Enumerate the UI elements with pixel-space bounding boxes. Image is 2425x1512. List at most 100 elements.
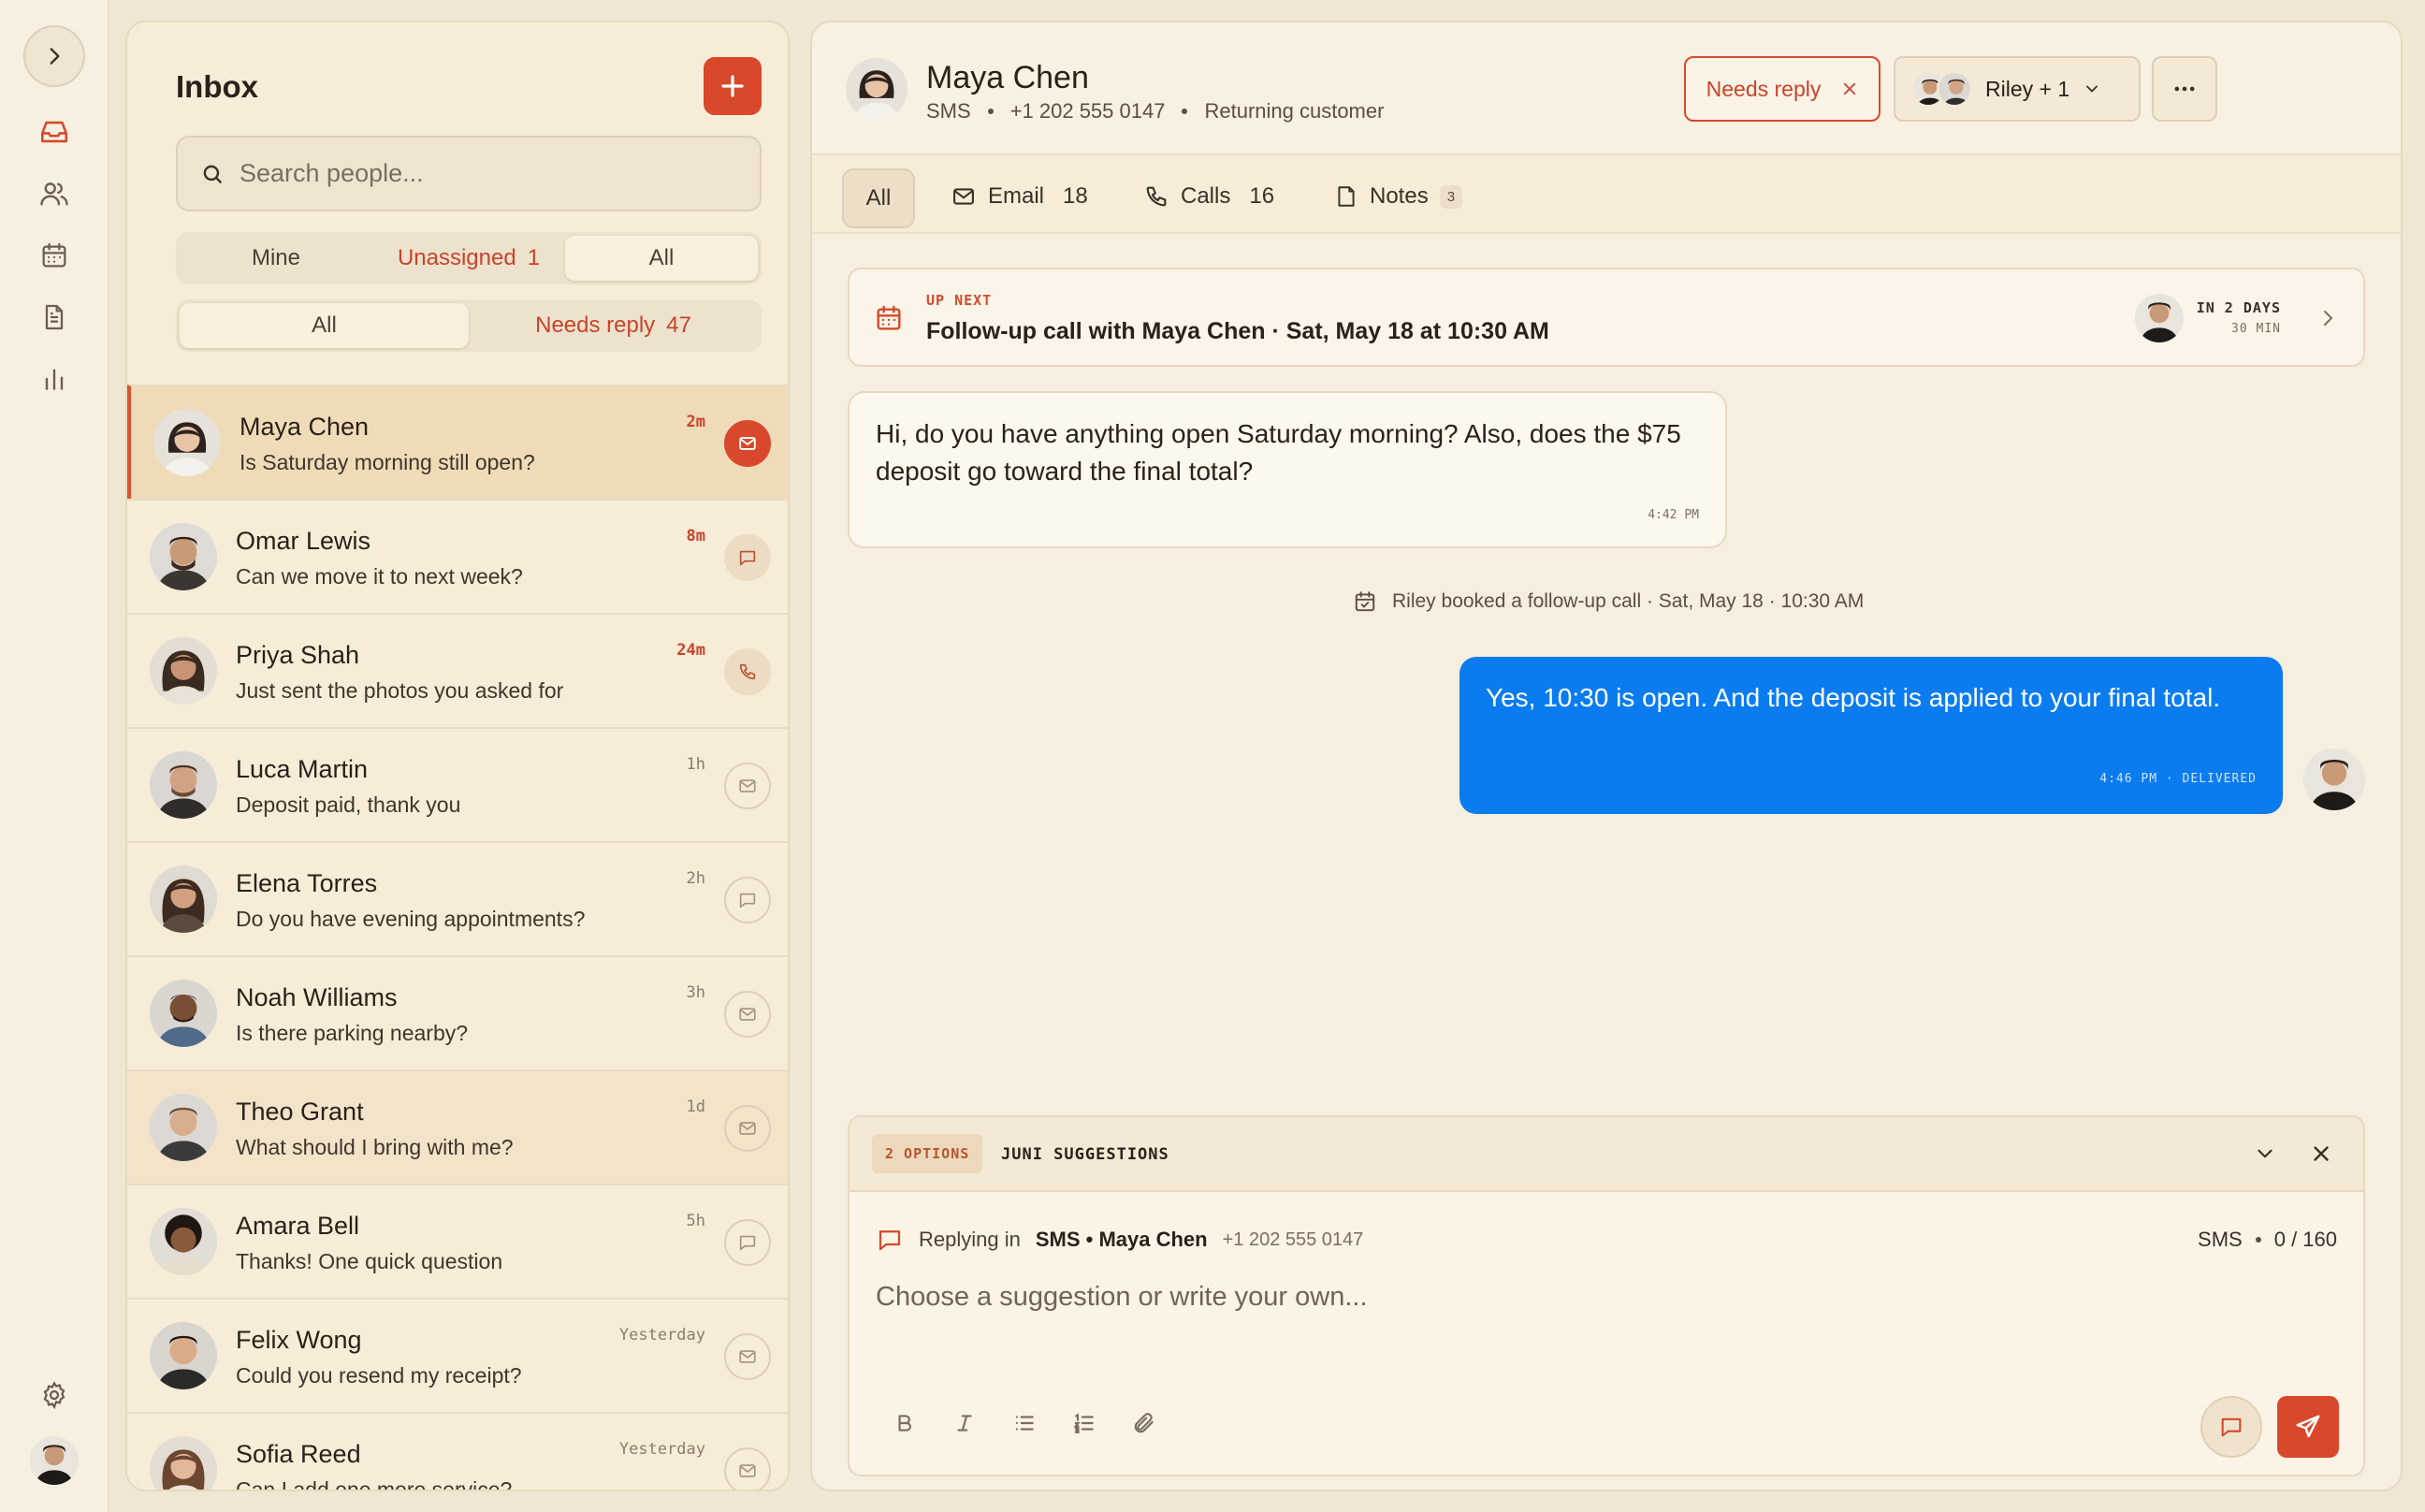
conversation-item[interactable]: Noah Williams Is there parking nearby? 3… bbox=[127, 955, 788, 1069]
nav-contacts[interactable] bbox=[23, 163, 85, 225]
scope-tab-count: 1 bbox=[527, 245, 541, 270]
tab-email[interactable]: Email 18 bbox=[951, 183, 1088, 210]
avatar bbox=[150, 1094, 217, 1161]
conversation-panel: Maya Chen SMS +1 202 555 0147 Returning … bbox=[810, 21, 2403, 1491]
message-preview: Could you resend my receipt? bbox=[236, 1363, 522, 1388]
message-time: 3h bbox=[686, 983, 705, 1002]
gear-icon bbox=[43, 1381, 65, 1410]
scope-tab-all[interactable]: All bbox=[565, 236, 758, 281]
message-time: 2h bbox=[686, 869, 705, 888]
nav-calendar[interactable] bbox=[23, 225, 85, 286]
numbered-list-button[interactable] bbox=[1067, 1405, 1102, 1441]
envelope-icon bbox=[739, 1122, 756, 1135]
message-preview: Thanks! One quick question bbox=[236, 1249, 503, 1273]
numbered-list-icon bbox=[1073, 1413, 1094, 1433]
envelope-icon bbox=[739, 779, 756, 792]
expand-rail-button[interactable] bbox=[23, 25, 85, 87]
avatar bbox=[150, 865, 217, 933]
contact-phone: +1 202 555 0147 bbox=[1009, 99, 1166, 123]
nav-inbox[interactable] bbox=[23, 101, 85, 163]
envelope-icon bbox=[739, 1464, 756, 1477]
close-icon[interactable] bbox=[1841, 80, 1858, 97]
tab-label: Email bbox=[988, 183, 1045, 209]
conversation-item[interactable]: Luca Martin Deposit paid, thank you 1h bbox=[127, 727, 788, 841]
conversation-item[interactable]: Maya Chen Is Saturday morning still open… bbox=[127, 385, 788, 499]
scope-tab-unassigned[interactable]: Unassigned 1 bbox=[372, 236, 565, 281]
tab-all[interactable]: All bbox=[842, 168, 915, 228]
avatar bbox=[150, 1322, 217, 1389]
filter-tab-all[interactable]: All bbox=[180, 303, 469, 348]
avatar bbox=[150, 1436, 217, 1490]
channel-badge bbox=[724, 648, 771, 695]
more-options-button[interactable] bbox=[2152, 56, 2217, 122]
composer-meta: SMS 0 / 160 bbox=[2198, 1228, 2337, 1252]
message-time: 1d bbox=[686, 1098, 705, 1116]
assignee-dropdown[interactable]: Riley + 1 bbox=[1894, 56, 2141, 122]
contact-avatar bbox=[846, 58, 908, 120]
message-preview: Can I add one more service? bbox=[236, 1477, 513, 1491]
incoming-message: Hi, do you have anything open Saturday m… bbox=[848, 391, 1727, 548]
chevron-down-icon[interactable] bbox=[2253, 1141, 2277, 1166]
conversation-item[interactable]: Felix Wong Could you resend my receipt? … bbox=[127, 1298, 788, 1412]
inbox-icon bbox=[40, 121, 68, 143]
italic-button[interactable] bbox=[947, 1405, 982, 1441]
search-box[interactable] bbox=[176, 136, 762, 211]
message-preview: Is there parking nearby? bbox=[236, 1021, 469, 1045]
conversation-item[interactable]: Priya Shah Just sent the photos you aske… bbox=[127, 613, 788, 727]
replying-in-label: Replying in bbox=[919, 1228, 1021, 1251]
message-time: 8m bbox=[686, 527, 705, 545]
message-input[interactable] bbox=[876, 1282, 2335, 1366]
tab-calls[interactable]: Calls 16 bbox=[1143, 183, 1274, 210]
note-icon bbox=[1338, 186, 1355, 207]
contact-name: Maya Chen bbox=[240, 413, 370, 441]
conversation-item[interactable]: Omar Lewis Can we move it to next week? … bbox=[127, 499, 788, 613]
scope-tab-label: Mine bbox=[251, 245, 301, 270]
chat-bubble-icon bbox=[2221, 1418, 2242, 1437]
separator-dot bbox=[1182, 109, 1188, 114]
phone-icon bbox=[739, 663, 756, 680]
inbox-title: Inbox bbox=[176, 69, 258, 104]
up-next-card[interactable]: UP NEXT Follow-up call with Maya Chen · … bbox=[848, 268, 2365, 367]
tab-notes[interactable]: Notes 3 bbox=[1334, 183, 1463, 210]
conversation-item[interactable]: Theo Grant What should I bring with me? … bbox=[127, 1069, 788, 1184]
new-conversation-button[interactable] bbox=[704, 57, 762, 115]
attach-button[interactable] bbox=[1126, 1405, 1162, 1441]
users-icon bbox=[40, 182, 68, 206]
contact-name: Omar Lewis bbox=[236, 527, 371, 555]
avatar bbox=[150, 751, 217, 819]
tab-label: All bbox=[865, 185, 892, 211]
nav-settings[interactable] bbox=[23, 1364, 85, 1426]
conversation-item[interactable]: Sofia Reed Can I add one more service? Y… bbox=[127, 1412, 788, 1491]
message-time: 1h bbox=[686, 755, 705, 774]
current-user-avatar[interactable] bbox=[30, 1436, 79, 1485]
reply-phone: +1 202 555 0147 bbox=[1222, 1228, 1364, 1250]
needs-reply-tag[interactable]: Needs reply bbox=[1684, 56, 1880, 122]
document-icon bbox=[45, 304, 64, 330]
bullet-list-button[interactable] bbox=[1007, 1405, 1042, 1441]
switch-channel-button[interactable] bbox=[2200, 1396, 2262, 1458]
chat-bubble-icon bbox=[739, 550, 756, 566]
contact-name: Felix Wong bbox=[236, 1326, 362, 1354]
nav-reports[interactable] bbox=[23, 348, 85, 410]
filter-tab-needs-reply[interactable]: Needs reply 47 bbox=[469, 303, 758, 348]
message-time: Yesterday bbox=[618, 1326, 705, 1345]
message-preview: Deposit paid, thank you bbox=[236, 792, 461, 817]
bold-button[interactable] bbox=[887, 1405, 922, 1441]
separator-dot bbox=[987, 109, 994, 114]
conversation-list: Maya Chen Is Saturday morning still open… bbox=[127, 385, 788, 1491]
calendar-icon bbox=[42, 242, 66, 268]
conversation-item[interactable]: Amara Bell Thanks! One quick question 5h bbox=[127, 1184, 788, 1298]
assignee-label: Riley + 1 bbox=[1985, 76, 2070, 101]
search-input[interactable] bbox=[240, 159, 726, 188]
avatar bbox=[153, 409, 221, 476]
tab-label: Calls bbox=[1181, 183, 1231, 209]
close-icon[interactable] bbox=[2309, 1141, 2333, 1166]
channel-badge bbox=[724, 763, 771, 809]
scope-tab-mine[interactable]: Mine bbox=[180, 236, 372, 281]
conversation-item[interactable]: Elena Torres Do you have evening appoint… bbox=[127, 841, 788, 955]
send-button[interactable] bbox=[2277, 1396, 2339, 1458]
channel-badge bbox=[724, 420, 771, 467]
formatting-toolbar bbox=[887, 1405, 1162, 1441]
nav-documents[interactable] bbox=[23, 286, 85, 348]
reply-context: Replying in SMS • Maya Chen +1 202 555 0… bbox=[876, 1226, 1363, 1254]
